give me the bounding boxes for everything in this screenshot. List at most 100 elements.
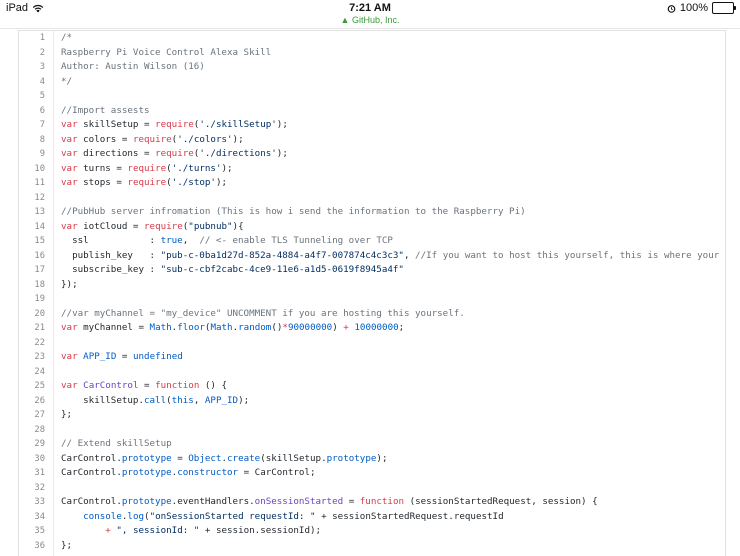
code-token: CarControl. (61, 452, 122, 464)
line-number: 34 (34, 511, 45, 522)
code-token: 10000000 (354, 322, 399, 333)
line-number: 24 (34, 366, 45, 377)
code-token: .eventHandlers. (171, 496, 255, 507)
code-token: turns = (77, 162, 128, 174)
code-line: 6 //Import assests (19, 104, 725, 119)
code-token: CarControl (83, 380, 139, 391)
line-number: 3 (39, 62, 45, 72)
code-text: var stops = require('./stop'); (61, 176, 227, 191)
code-token: ); (215, 177, 228, 188)
code-token: function (155, 380, 200, 391)
code-text: // Extend skillSetup (61, 437, 172, 452)
code-text: skillSetup.call(this, APP_ID); (61, 394, 249, 409)
code-token: var (61, 162, 78, 174)
code-token: function (359, 496, 405, 507)
code-token: ); (238, 394, 250, 406)
code-token: var (61, 133, 78, 145)
line-number: 31 (34, 468, 45, 478)
code-text: Raspberry Pi Voice Control Alexa Skill (61, 46, 271, 61)
line-number: 10 (34, 163, 45, 174)
code-token: ; (398, 322, 405, 333)
code-line: 24 (19, 365, 725, 380)
code-line: 30 CarControl.prototype = Object.create(s… (19, 452, 725, 467)
code-token: APP_ID (204, 394, 239, 406)
code-token: CarControl. (61, 496, 122, 507)
line-number: 32 (34, 482, 45, 493)
code-token: */ (61, 75, 73, 87)
code-token: var (61, 322, 78, 333)
line-number: 12 (34, 192, 45, 203)
code-token: require (127, 162, 167, 174)
code-line: 22 (19, 336, 725, 351)
code-text: var myChannel = Math.floor(Math.random()… (61, 321, 404, 336)
code-token: constructor (177, 467, 239, 478)
code-line: 16 publish_key : "pub-c-0ba1d27d-852a-48… (19, 249, 725, 264)
code-token: = (171, 452, 189, 464)
code-token: require (155, 119, 194, 130)
code-token: './stop' (171, 177, 216, 188)
code-token: undefined (132, 351, 183, 362)
line-number: 35 (34, 526, 45, 536)
code-text: //PubHub server infromation (This is how… (61, 205, 526, 220)
code-text: //Import assests (61, 104, 150, 119)
code-token: skillSetup = (77, 119, 156, 130)
code-token: //var myChannel = "my_device" UNCOMMENT … (61, 307, 465, 319)
code-token: random (238, 322, 272, 333)
line-number: 33 (34, 497, 45, 507)
code-token: require (144, 220, 183, 232)
code-line: 11 var stops = require('./stop'); (19, 176, 725, 191)
line-number: 20 (34, 308, 45, 319)
line-number: 5 (39, 91, 45, 101)
line-number: 1 (39, 33, 45, 43)
code-text: subscribe_key : "sub-c-cbf2cabc-4ce9-11e… (61, 263, 404, 278)
code-text: CarControl.prototype = Object.create(ski… (61, 452, 387, 467)
code-text: CarControl.prototype.eventHandlers.onSes… (61, 495, 598, 510)
code-line: 26 skillSetup.call(this, APP_ID); (19, 394, 725, 409)
code-line: 2 Raspberry Pi Voice Control Alexa Skill (19, 46, 725, 61)
line-number: 4 (39, 76, 45, 87)
battery-icon (712, 2, 736, 14)
code-text: publish_key : "pub-c-0ba1d27d-852a-4884-… (61, 249, 725, 264)
code-viewer[interactable]: 1 /* 2 Raspberry Pi Voice Control Alexa Ski… (18, 30, 726, 556)
code-token: colors = (77, 133, 133, 145)
code-text: Author: Austin Wilson (16) (61, 60, 205, 75)
site-name: GitHub, Inc. (351, 15, 400, 25)
code-token: "onSessionStarted requestId: " (149, 510, 316, 522)
code-token: , (182, 235, 200, 246)
code-token: /* (61, 32, 73, 43)
code-line: 10 var turns = require('./turns'); (19, 162, 725, 177)
code-token: APP_ID (83, 351, 117, 362)
code-text: var colors = require('./colors'); (61, 133, 244, 148)
code-token: CarControl. (61, 467, 122, 478)
code-token: "pubnub" (188, 220, 233, 232)
site-identity: ▲ GitHub, Inc. (0, 15, 740, 25)
code-token: var (61, 351, 78, 362)
code-line: 31 CarControl.prototype.constructor = Car… (19, 466, 725, 481)
lock-icon: ▲ (340, 15, 350, 25)
code-line: 29 // Extend skillSetup (19, 437, 725, 452)
line-number: 2 (39, 47, 45, 58)
code-token: Object (188, 452, 222, 464)
code-text: var CarControl = function () { (61, 379, 227, 394)
code-token: './turns' (171, 162, 222, 174)
line-number: 9 (39, 149, 45, 159)
code-token: iotCloud = (77, 220, 144, 232)
code-line: 21 var myChannel = Math.floor(Math.random… (19, 321, 725, 336)
code-line: 3 Author: Austin Wilson (16) (19, 60, 725, 75)
code-line: 8 var colors = require('./colors'); (19, 133, 725, 148)
code-token: () { (199, 380, 228, 391)
code-token: Raspberry Pi Voice Control Alexa Skill (61, 46, 272, 58)
status-bar: iPad 7:21 AM ▲ GitHub, Inc. 100% (0, 0, 740, 29)
code-line: 14 var iotCloud = require("pubnub"){ (19, 220, 725, 235)
line-number: 27 (34, 410, 45, 420)
code-token: subscribe_key : (61, 264, 161, 275)
code-text: var APP_ID = undefined (61, 350, 183, 365)
code-text: var directions = require('./directions')… (61, 147, 288, 162)
code-token: }); (61, 278, 78, 290)
line-number: 17 (34, 265, 45, 275)
code-text: console.log("onSessionStarted requestId:… (61, 510, 503, 525)
code-line: 4 */ (19, 75, 725, 90)
line-number: 13 (34, 207, 45, 217)
code-line: 28 (19, 423, 725, 438)
